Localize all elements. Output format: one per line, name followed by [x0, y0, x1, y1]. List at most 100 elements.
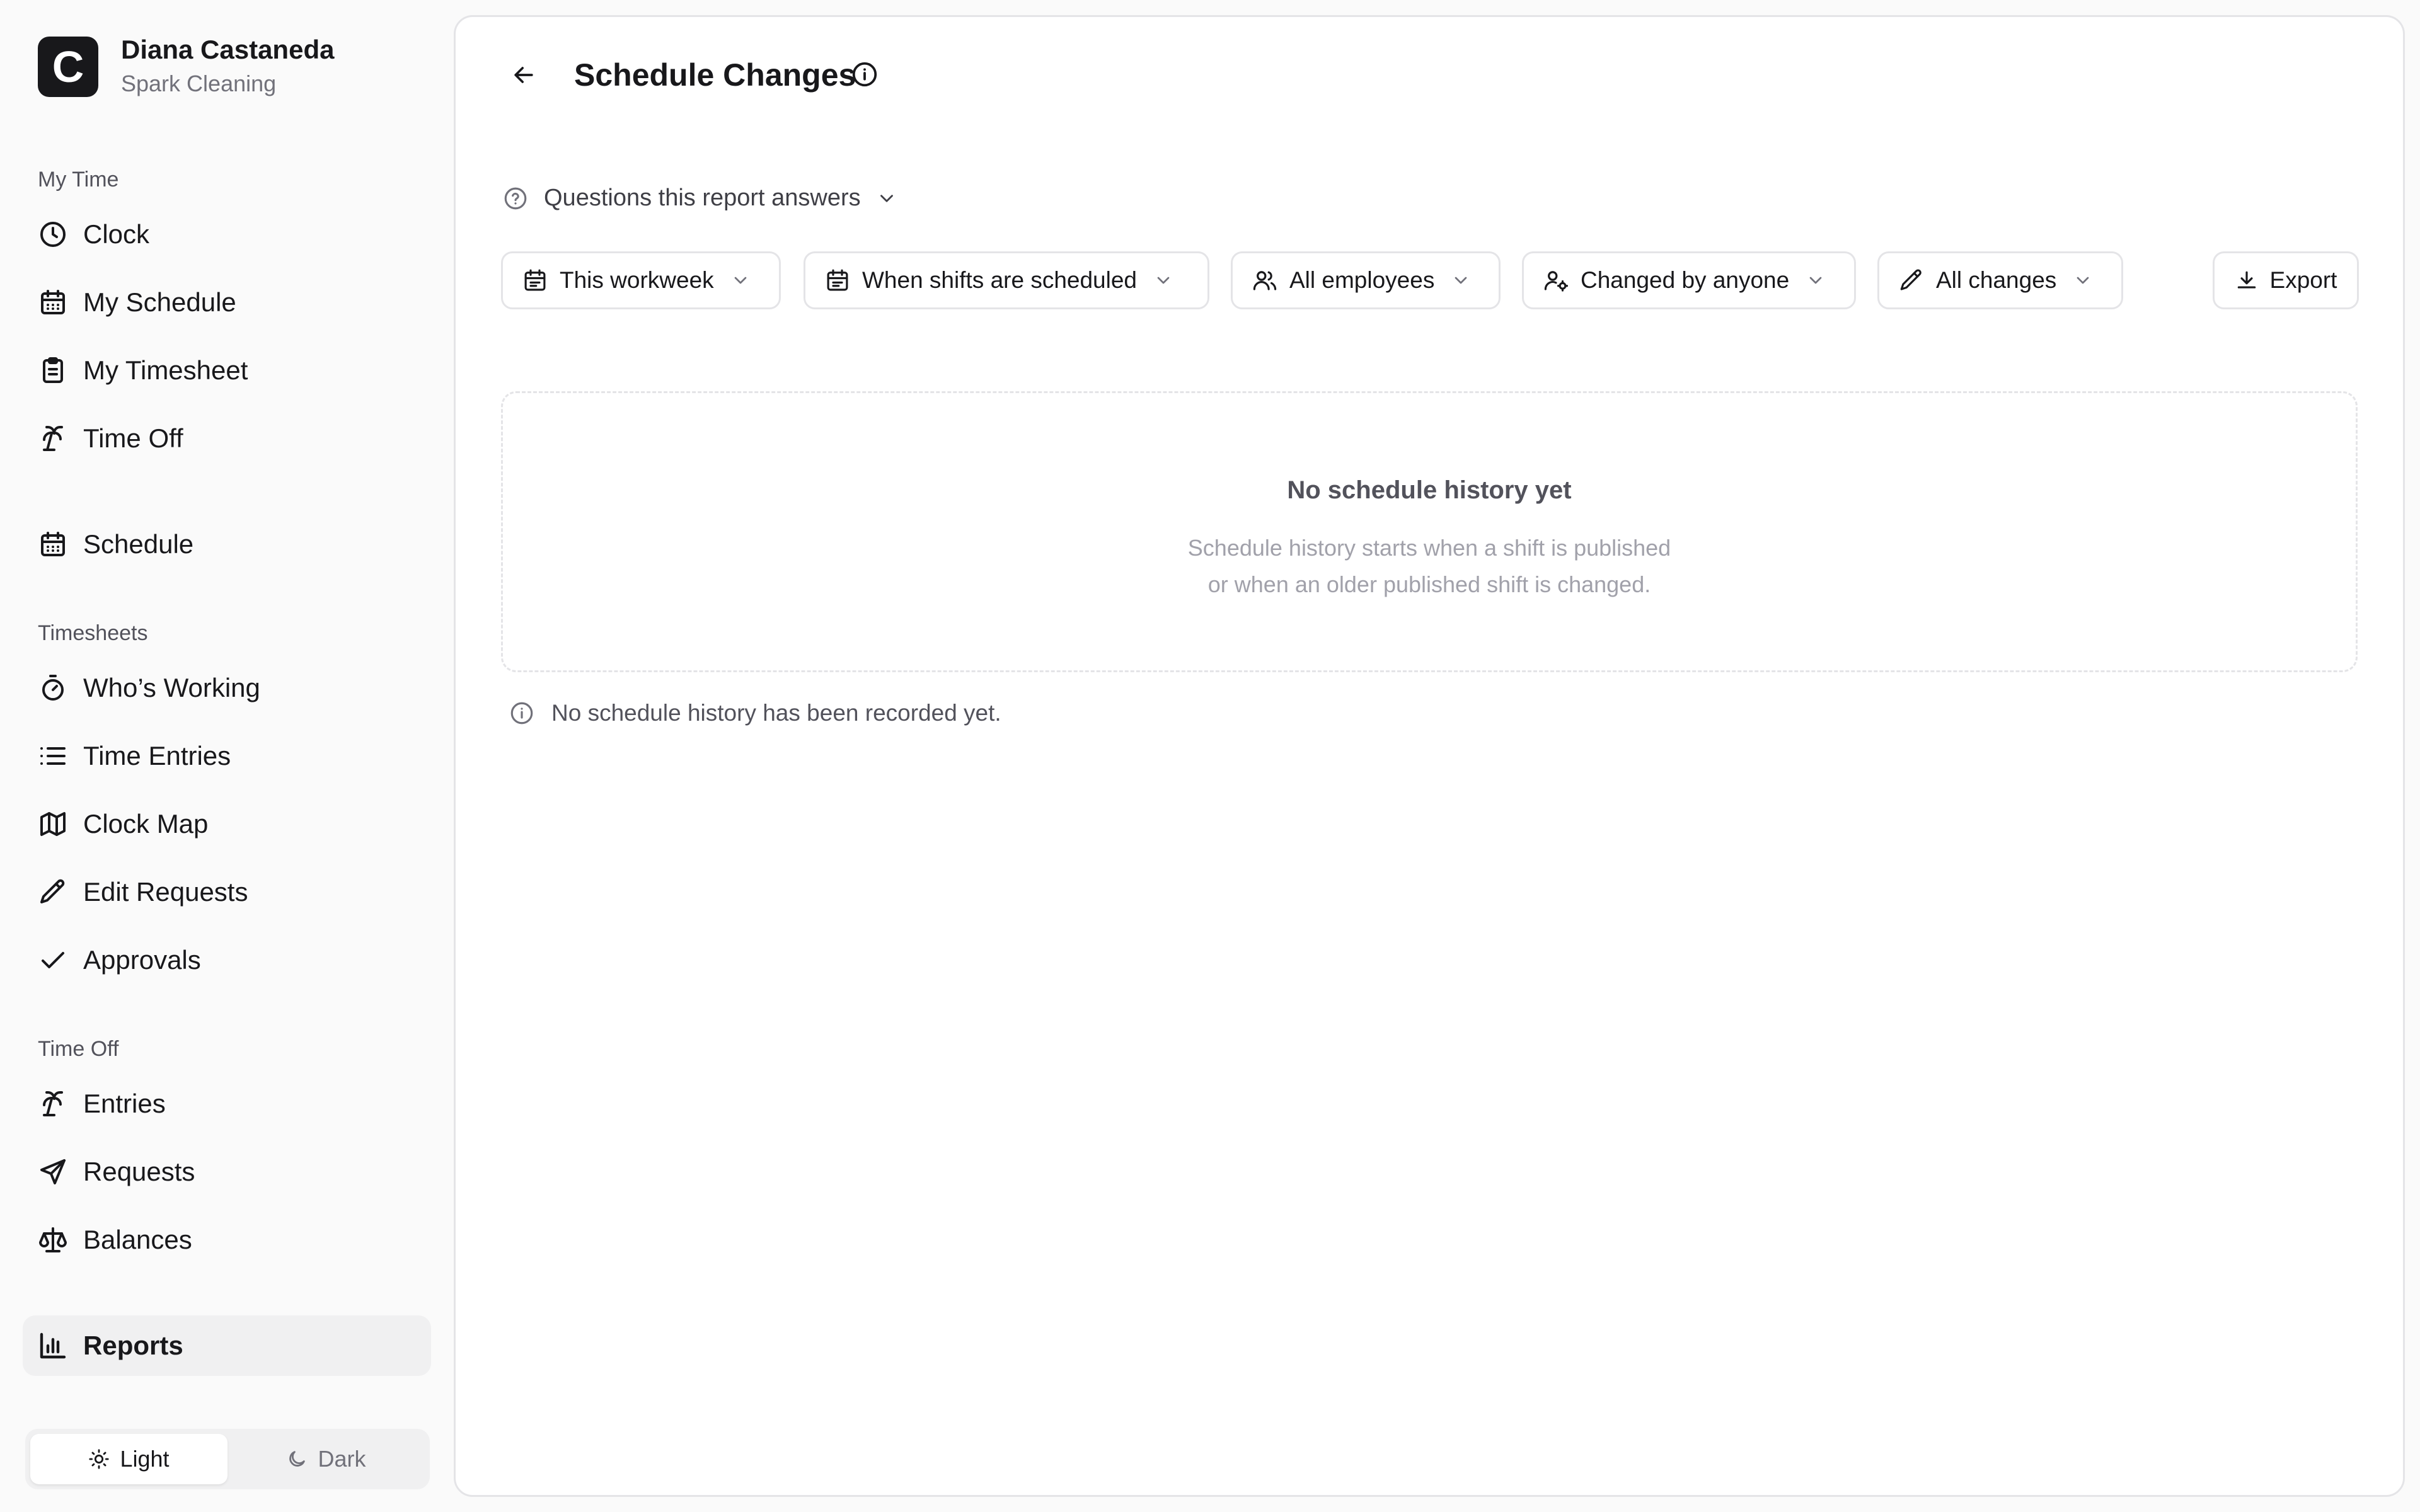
list-icon: [38, 741, 68, 771]
sidebar-item-label: Balances: [83, 1225, 192, 1254]
change-type-filter-label: All changes: [1936, 267, 2057, 293]
sidebar-item-entries[interactable]: Entries: [23, 1074, 431, 1134]
questions-label: Questions this report answers: [544, 185, 861, 211]
chevron-down-icon: [1455, 277, 1467, 284]
sidebar-item-label: My Schedule: [83, 287, 236, 317]
main-panel: Schedule Changes Questions this report a…: [454, 15, 2405, 1497]
sidebar-item-my-schedule[interactable]: My Schedule: [23, 272, 431, 333]
sidebar-item-label: Clock: [83, 219, 150, 249]
sidebar-item-approvals[interactable]: Approvals: [23, 930, 431, 990]
sidebar-item-label: Schedule: [83, 529, 194, 559]
calendar-icon: [524, 269, 546, 291]
empty-state-line-1: Schedule history starts when a shift is …: [1187, 535, 1671, 561]
date-basis-filter[interactable]: When shifts are scheduled: [804, 251, 1209, 309]
empty-state: No schedule history yet Schedule history…: [501, 391, 2358, 672]
sidebar-item-label: Clock Map: [83, 809, 209, 839]
moon-icon: [289, 1451, 306, 1467]
empty-state-title: No schedule history yet: [1287, 476, 1572, 504]
theme-dark-button[interactable]: Dark: [228, 1434, 425, 1484]
map-icon: [38, 809, 68, 839]
employees-filter[interactable]: All employees: [1231, 251, 1501, 309]
export-label: Export: [2269, 267, 2337, 293]
sidebar-item-label: Who’s Working: [83, 673, 260, 702]
help-circle-icon: [504, 187, 527, 209]
empty-state-description: Schedule history starts when a shift is …: [1188, 530, 1671, 602]
theme-light-button[interactable]: Light: [30, 1434, 228, 1484]
sidebar-item-clock[interactable]: Clock: [23, 204, 431, 265]
theme-toggle: Light Dark: [25, 1429, 430, 1489]
pencil-icon: [1900, 269, 1922, 290]
chevron-down-icon: [1157, 277, 1170, 284]
calendar-icon: [38, 287, 68, 318]
users-icon: [1253, 271, 1277, 290]
sidebar-item-label: Approvals: [83, 945, 201, 975]
theme-light-label: Light: [120, 1446, 170, 1472]
info-icon: [852, 62, 877, 87]
section-label-my-time: My Time: [38, 168, 119, 192]
sidebar-item-whos-working[interactable]: Who’s Working: [23, 658, 431, 718]
period-filter-label: This workweek: [560, 267, 714, 293]
pencil-icon: [38, 877, 68, 907]
sidebar-item-balances[interactable]: Balances: [23, 1210, 431, 1270]
sidebar-item-my-timesheet[interactable]: My Timesheet: [23, 340, 431, 401]
changed-by-filter-label: Changed by anyone: [1581, 267, 1790, 293]
arrow-left-icon: [514, 67, 533, 83]
history-note-text: No schedule history has been recorded ye…: [551, 700, 1001, 726]
chevron-down-icon: [734, 277, 747, 284]
app-window: C Diana Castaneda Spark Cleaning My Time…: [0, 0, 2420, 1512]
clock-icon: [38, 219, 68, 249]
export-button[interactable]: Export: [2213, 251, 2359, 309]
history-note: No schedule history has been recorded ye…: [509, 700, 1001, 726]
section-label-time-off: Time Off: [38, 1037, 119, 1061]
chevron-down-icon: [880, 194, 893, 202]
title-info-button[interactable]: [850, 60, 880, 90]
stopwatch-icon: [38, 673, 68, 703]
sidebar-item-label: My Timesheet: [83, 355, 248, 385]
calendar-icon: [38, 529, 68, 559]
sidebar-item-edit-requests[interactable]: Edit Requests: [23, 862, 431, 922]
sidebar-item-reports[interactable]: Reports: [23, 1315, 431, 1376]
sidebar-item-label: Requests: [83, 1157, 195, 1186]
chevron-down-icon: [2077, 277, 2089, 284]
palm-tree-icon: [38, 423, 68, 454]
employees-filter-label: All employees: [1289, 267, 1435, 293]
user-cog-icon: [1544, 271, 1569, 292]
calendar-icon: [827, 269, 848, 291]
org-name: Spark Cleaning: [121, 71, 277, 97]
palm-tree-icon: [38, 1089, 68, 1119]
back-button[interactable]: [504, 55, 544, 95]
sidebar-item-clock-map[interactable]: Clock Map: [23, 794, 431, 854]
chevron-down-icon: [1809, 277, 1822, 284]
questions-toggle[interactable]: Questions this report answers: [502, 185, 897, 212]
date-basis-filter-label: When shifts are scheduled: [862, 267, 1138, 293]
company-logo: C: [38, 36, 98, 97]
sun-icon: [89, 1449, 110, 1469]
period-filter[interactable]: This workweek: [501, 251, 781, 309]
sidebar-item-label: Entries: [83, 1089, 166, 1118]
sidebar-item-label: Edit Requests: [83, 877, 248, 907]
sidebar-item-requests[interactable]: Requests: [23, 1142, 431, 1202]
empty-state-line-2: or when an older published shift is chan…: [1207, 571, 1651, 597]
page-title: Schedule Changes: [574, 57, 856, 93]
change-type-filter[interactable]: All changes: [1877, 251, 2123, 309]
user-name: Diana Castaneda: [121, 35, 335, 64]
download-icon: [2237, 271, 2256, 289]
sidebar-item-label: Reports: [83, 1331, 183, 1360]
scale-icon: [38, 1225, 68, 1255]
sidebar-item-time-off[interactable]: Time Off: [23, 408, 431, 469]
bar-chart-icon: [38, 1331, 68, 1361]
org-text: Diana Castaneda Spark Cleaning: [121, 34, 334, 99]
send-icon: [38, 1157, 68, 1187]
clipboard-icon: [38, 355, 68, 386]
org-header[interactable]: C Diana Castaneda Spark Cleaning: [38, 34, 334, 99]
sidebar-item-label: Time Off: [83, 423, 183, 453]
theme-dark-label: Dark: [318, 1446, 366, 1472]
sidebar-item-schedule[interactable]: Schedule: [23, 514, 431, 575]
check-icon: [38, 945, 68, 975]
info-icon: [510, 702, 533, 724]
section-label-timesheets: Timesheets: [38, 621, 148, 645]
sidebar-item-label: Time Entries: [83, 741, 231, 770]
sidebar: C Diana Castaneda Spark Cleaning My Time…: [0, 0, 454, 1512]
changed-by-filter[interactable]: Changed by anyone: [1522, 251, 1856, 309]
sidebar-item-time-entries[interactable]: Time Entries: [23, 726, 431, 786]
